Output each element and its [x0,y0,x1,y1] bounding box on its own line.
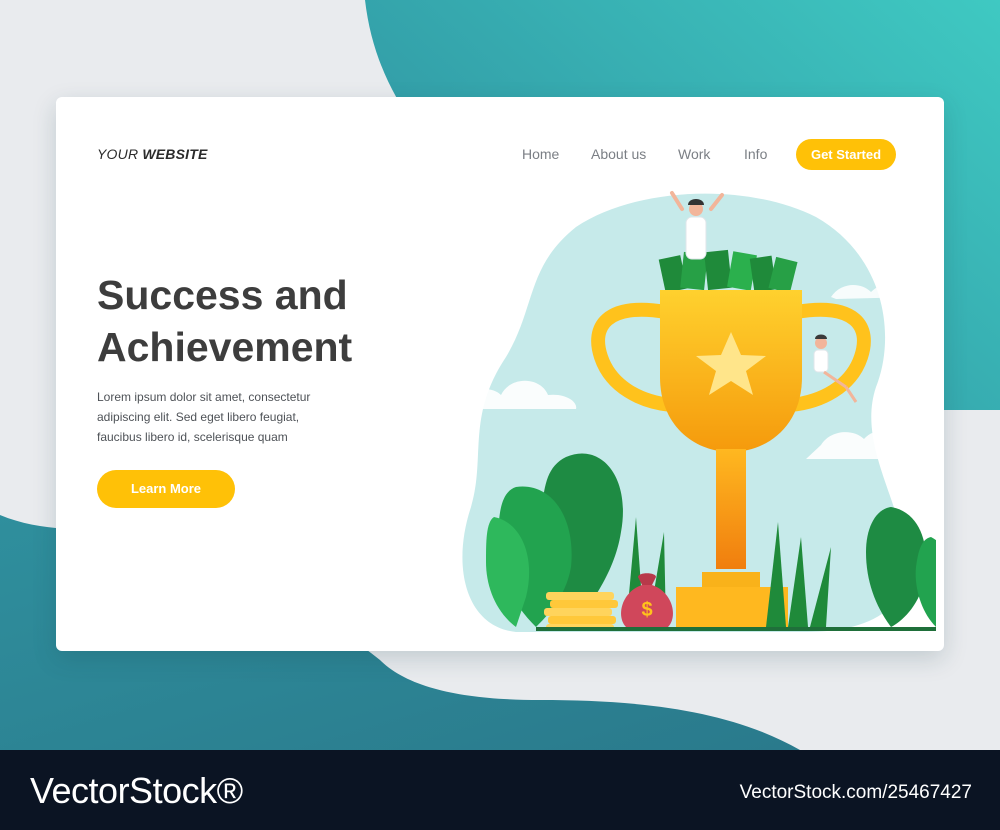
nav-home[interactable]: Home [522,146,559,162]
brand-bold: WEBSITE [142,146,208,162]
vectorstock-logo: VectorStock® [30,770,243,811]
brand-logo[interactable]: YOUR WEBSITE [97,146,208,162]
nav-info[interactable]: Info [744,146,767,162]
get-started-button[interactable]: Get Started [796,139,896,170]
nav-about-us[interactable]: About us [591,146,646,162]
hero-description: Lorem ipsum dolor sit amet, consectetur … [97,390,311,444]
success-illustration: $ [446,191,936,633]
ground [536,627,936,631]
title-line-1: Success and [97,272,348,318]
watermark-bar: VectorStock® VectorStock.com/25467427 [0,750,1000,830]
brand-prefix: YOUR [97,146,139,162]
nav-work[interactable]: Work [678,146,710,162]
landing-page-card: YOUR WEBSITE Home About us Work Info Get… [56,97,944,651]
title-line-2: Achievement [97,324,353,370]
learn-more-button[interactable]: Learn More [97,470,235,508]
page-title: Success and Achievement [97,269,417,373]
money-bag-symbol: $ [641,599,652,621]
vectorstock-url: VectorStock.com/25467427 [739,782,972,803]
coin-stack-icon [544,592,618,630]
